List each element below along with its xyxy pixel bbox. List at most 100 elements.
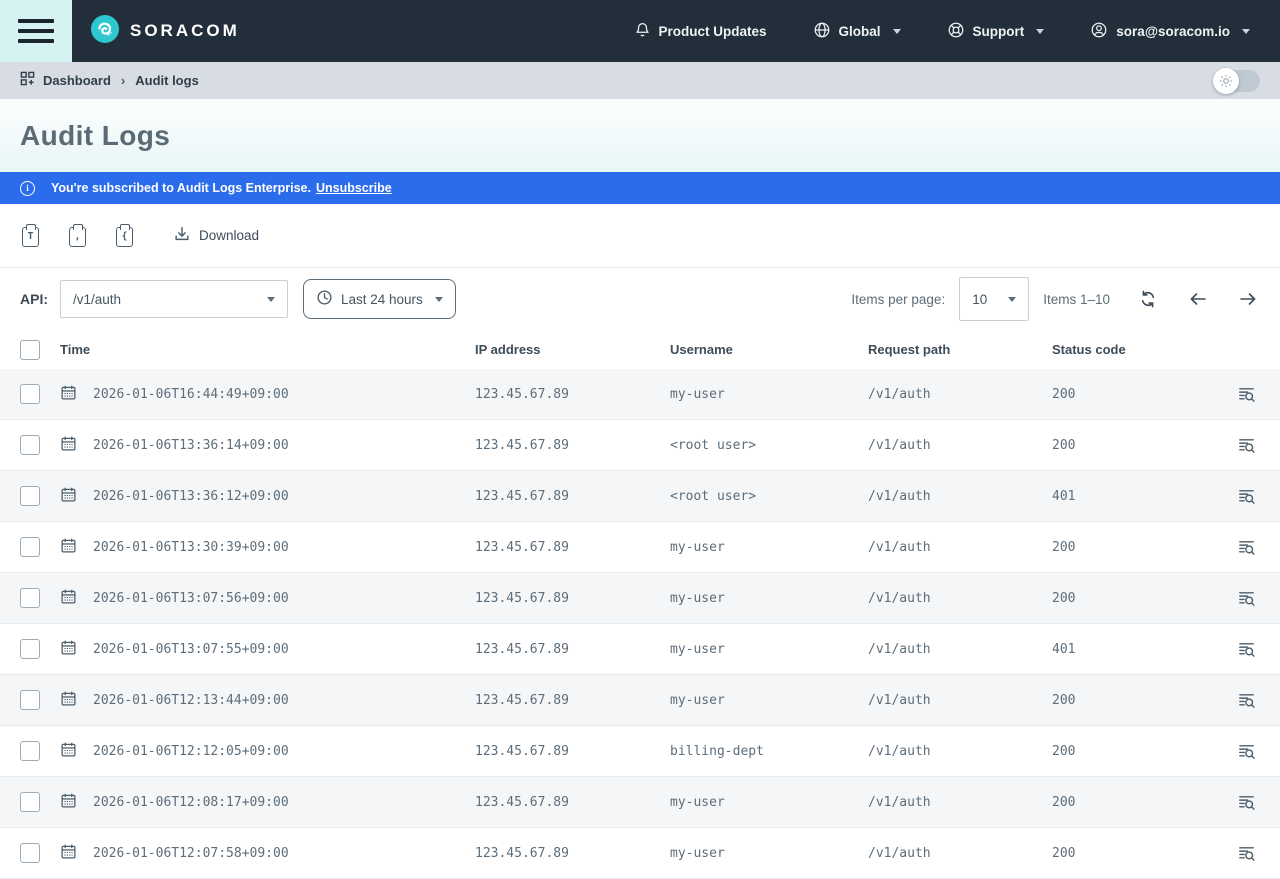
api-select[interactable]: /v1/auth: [60, 280, 288, 318]
row-checkbox[interactable]: [20, 486, 40, 506]
row-status-code: 401: [1052, 642, 1220, 657]
table-row: 2026-01-06T13:36:14+09:00 123.45.67.89 <…: [0, 420, 1280, 471]
items-per-page-label: Items per page:: [851, 292, 945, 307]
info-icon: i: [20, 181, 35, 196]
view-log-details-button[interactable]: [1234, 535, 1258, 559]
clipboard-json-icon: {: [116, 227, 133, 247]
row-checkbox[interactable]: [20, 537, 40, 557]
clock-icon: [316, 289, 333, 309]
global-menu[interactable]: Global: [813, 21, 901, 42]
table-row: 2026-01-06T12:12:05+09:00 123.45.67.89 b…: [0, 726, 1280, 777]
column-header-request-path: Request path: [868, 342, 1052, 357]
download-label: Download: [199, 228, 259, 243]
view-log-details-button[interactable]: [1234, 433, 1258, 457]
row-status-code: 200: [1052, 693, 1220, 708]
life-ring-icon: [947, 21, 965, 42]
navbar-menu: Product Updates Global: [634, 21, 1280, 42]
unsubscribe-link[interactable]: Unsubscribe: [316, 181, 392, 195]
breadcrumb-dashboard[interactable]: Dashboard: [43, 73, 111, 88]
support-menu[interactable]: Support: [947, 21, 1045, 42]
clipboard-csv-icon: ,: [69, 227, 86, 247]
row-request-path: /v1/auth: [868, 387, 1052, 402]
row-request-path: /v1/auth: [868, 642, 1052, 657]
table-row: 2026-01-06T13:30:39+09:00 123.45.67.89 m…: [0, 522, 1280, 573]
row-ip-address: 123.45.67.89: [475, 795, 670, 810]
copy-as-text-button[interactable]: T: [22, 224, 42, 248]
toolbar: T , { Download: [0, 204, 1280, 268]
row-checkbox[interactable]: [20, 639, 40, 659]
download-icon: [173, 225, 191, 246]
row-checkbox[interactable]: [20, 690, 40, 710]
table-row: 2026-01-06T12:08:17+09:00 123.45.67.89 m…: [0, 777, 1280, 828]
breadcrumb-separator: ›: [119, 73, 127, 88]
product-updates-label: Product Updates: [659, 24, 767, 39]
arrow-right-icon: [1238, 289, 1258, 309]
row-request-path: /v1/auth: [868, 795, 1052, 810]
row-username: my-user: [670, 795, 868, 810]
chevron-down-icon: [267, 297, 275, 302]
top-navbar: SORACOM Product Updates Global: [0, 0, 1280, 62]
menu-button[interactable]: [0, 0, 72, 62]
support-label: Support: [973, 24, 1025, 39]
theme-toggle-knob: [1213, 68, 1239, 94]
global-label: Global: [839, 24, 881, 39]
arrow-left-icon: [1188, 289, 1208, 309]
row-request-path: /v1/auth: [868, 744, 1052, 759]
api-select-value: /v1/auth: [73, 292, 121, 307]
row-checkbox[interactable]: [20, 843, 40, 863]
row-request-path: /v1/auth: [868, 438, 1052, 453]
copy-as-json-button[interactable]: {: [116, 224, 136, 248]
row-username: my-user: [670, 540, 868, 555]
view-log-details-button[interactable]: [1234, 688, 1258, 712]
column-header-username: Username: [670, 342, 868, 357]
log-details-icon: [1237, 640, 1256, 659]
view-log-details-button[interactable]: [1234, 637, 1258, 661]
table-body: 2026-01-06T16:44:49+09:00 123.45.67.89 m…: [0, 369, 1280, 879]
row-checkbox[interactable]: [20, 435, 40, 455]
row-username: my-user: [670, 387, 868, 402]
view-log-details-button[interactable]: [1234, 790, 1258, 814]
calendar-icon: [60, 537, 77, 558]
view-log-details-button[interactable]: [1234, 586, 1258, 610]
row-checkbox[interactable]: [20, 792, 40, 812]
row-username: my-user: [670, 693, 868, 708]
row-status-code: 200: [1052, 591, 1220, 606]
log-details-icon: [1237, 538, 1256, 557]
product-updates-button[interactable]: Product Updates: [634, 21, 767, 42]
view-log-details-button[interactable]: [1234, 739, 1258, 763]
refresh-icon: [1138, 289, 1158, 309]
log-details-icon: [1237, 436, 1256, 455]
time-range-button[interactable]: Last 24 hours: [303, 279, 456, 319]
download-button[interactable]: Download: [173, 225, 259, 246]
copy-as-csv-button[interactable]: ,: [69, 224, 89, 248]
select-all-checkbox[interactable]: [20, 340, 40, 360]
items-per-page-select[interactable]: 10: [959, 277, 1029, 321]
next-page-button[interactable]: [1236, 287, 1260, 311]
refresh-button[interactable]: [1136, 287, 1160, 311]
table-row: 2026-01-06T16:44:49+09:00 123.45.67.89 m…: [0, 369, 1280, 420]
row-checkbox[interactable]: [20, 588, 40, 608]
row-checkbox[interactable]: [20, 741, 40, 761]
view-log-details-button[interactable]: [1234, 484, 1258, 508]
row-checkbox[interactable]: [20, 384, 40, 404]
row-request-path: /v1/auth: [868, 591, 1052, 606]
row-ip-address: 123.45.67.89: [475, 744, 670, 759]
previous-page-button[interactable]: [1186, 287, 1210, 311]
row-ip-address: 123.45.67.89: [475, 489, 670, 504]
row-time: 2026-01-06T13:30:39+09:00: [93, 540, 289, 555]
theme-toggle[interactable]: [1214, 70, 1260, 92]
soracom-logo: SORACOM: [90, 14, 240, 49]
view-log-details-button[interactable]: [1234, 841, 1258, 865]
account-menu[interactable]: sora@soracom.io: [1090, 21, 1250, 42]
clipboard-text-glyph: T: [27, 232, 33, 242]
chevron-down-icon: [435, 297, 443, 302]
calendar-icon: [60, 639, 77, 660]
table-row: 2026-01-06T13:07:55+09:00 123.45.67.89 m…: [0, 624, 1280, 675]
row-username: my-user: [670, 591, 868, 606]
view-log-details-button[interactable]: [1234, 382, 1258, 406]
row-ip-address: 123.45.67.89: [475, 591, 670, 606]
row-time: 2026-01-06T12:12:05+09:00: [93, 744, 289, 759]
breadcrumb-audit-logs: Audit logs: [135, 73, 199, 88]
column-header-time: Time: [60, 342, 475, 357]
chevron-down-icon: [1008, 297, 1016, 302]
